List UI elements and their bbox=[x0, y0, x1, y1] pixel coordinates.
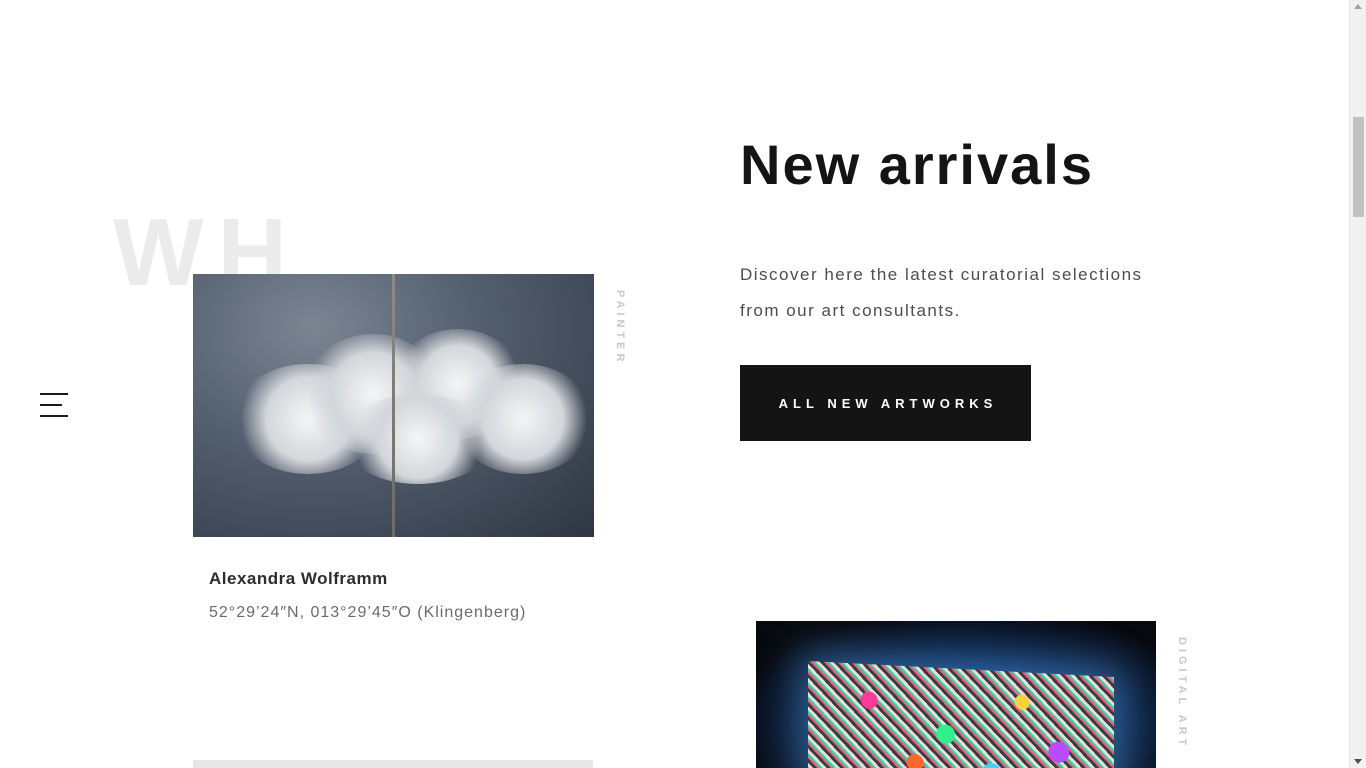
diptych-divider bbox=[392, 274, 395, 537]
all-new-artworks-button[interactable]: ALL NEW ARTWORKS bbox=[740, 365, 1031, 441]
artwork-category-label: DIGITAL ART bbox=[1176, 637, 1188, 750]
scroll-up-arrow-icon[interactable] bbox=[1354, 4, 1362, 9]
hamburger-menu-icon[interactable] bbox=[40, 393, 68, 419]
collage-canvas bbox=[808, 660, 1114, 768]
menu-line bbox=[40, 415, 68, 417]
artist-location: 52°29’24″N, 013°29’45″O (Klingenberg) bbox=[209, 604, 527, 621]
artwork-category-label: PAINTER bbox=[614, 290, 626, 366]
section-intro: Discover here the latest curatorial sele… bbox=[740, 265, 1143, 320]
menu-line bbox=[40, 393, 68, 395]
section-title: New arrivals bbox=[740, 133, 1094, 196]
cloud-shape bbox=[343, 394, 493, 484]
scroll-down-arrow-icon[interactable] bbox=[1354, 759, 1362, 764]
scrollbar-thumb[interactable] bbox=[1353, 117, 1364, 217]
artwork-image-partial[interactable] bbox=[193, 760, 593, 768]
menu-line bbox=[40, 404, 62, 406]
artist-name[interactable]: Alexandra Wolframm bbox=[209, 569, 388, 589]
page-scrollbar[interactable] bbox=[1349, 0, 1366, 768]
artwork-image-cloud-painting[interactable] bbox=[193, 274, 594, 537]
artwork-image-digital-art[interactable] bbox=[756, 621, 1156, 768]
